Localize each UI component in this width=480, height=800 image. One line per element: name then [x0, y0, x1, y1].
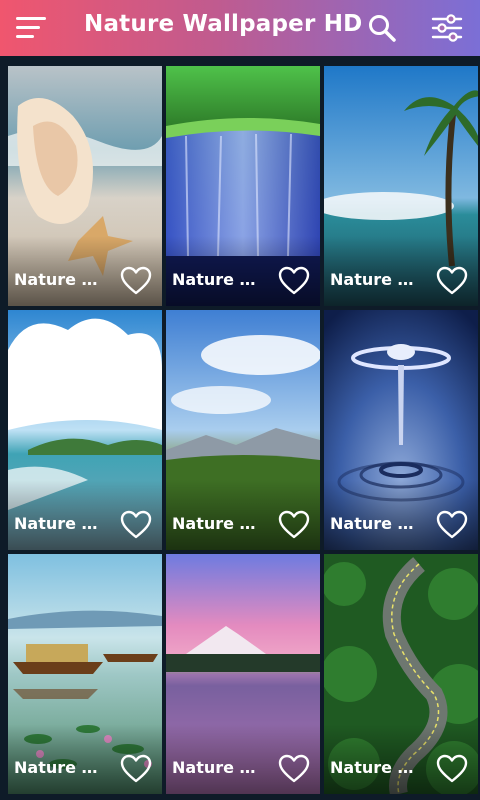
wallpaper-title: Nature Wallpaper [172, 514, 272, 533]
app-toolbar: Nature Wallpaper HD [0, 0, 480, 56]
search-icon[interactable] [366, 12, 398, 44]
wallpaper-title: Nature Wallpaper [330, 270, 430, 289]
wallpaper-grid: Nature Wallpaper Nature Wallpaper Nature… [8, 66, 478, 800]
heart-outline-icon[interactable] [278, 754, 310, 784]
wallpaper-title: Nature Wallpaper [172, 270, 272, 289]
wallpaper-card[interactable]: Nature Wallpaper [166, 554, 320, 794]
filter-sliders-icon[interactable] [430, 12, 464, 44]
wallpaper-card[interactable]: Nature Wallpaper [324, 310, 478, 550]
wallpaper-card[interactable]: Nature Wallpaper [166, 66, 320, 306]
wallpaper-card[interactable]: Nature Wallpaper [324, 66, 478, 306]
hamburger-menu-icon[interactable] [16, 14, 50, 42]
wallpaper-card[interactable]: Nature Wallpaper [324, 554, 478, 794]
heart-outline-icon[interactable] [278, 510, 310, 540]
wallpaper-title: Nature Wallpaper [14, 514, 114, 533]
wallpaper-card[interactable]: Nature Wallpaper [8, 554, 162, 794]
heart-outline-icon[interactable] [436, 266, 468, 296]
wallpaper-title: Nature Wallpaper [330, 758, 430, 777]
wallpaper-title: Nature Wallpaper [14, 758, 114, 777]
wallpaper-card[interactable]: Nature Wallpaper [8, 310, 162, 550]
wallpaper-title: Nature Wallpaper [14, 270, 114, 289]
wallpaper-title: Nature Wallpaper [330, 514, 430, 533]
app-title: Nature Wallpaper HD [84, 11, 363, 37]
heart-outline-icon[interactable] [120, 510, 152, 540]
heart-outline-icon[interactable] [436, 510, 468, 540]
heart-outline-icon[interactable] [120, 266, 152, 296]
wallpaper-card[interactable]: Nature Wallpaper [166, 310, 320, 550]
heart-outline-icon[interactable] [436, 754, 468, 784]
heart-outline-icon[interactable] [278, 266, 310, 296]
wallpaper-title: Nature Wallpaper [172, 758, 272, 777]
heart-outline-icon[interactable] [120, 754, 152, 784]
wallpaper-card[interactable]: Nature Wallpaper [8, 66, 162, 306]
